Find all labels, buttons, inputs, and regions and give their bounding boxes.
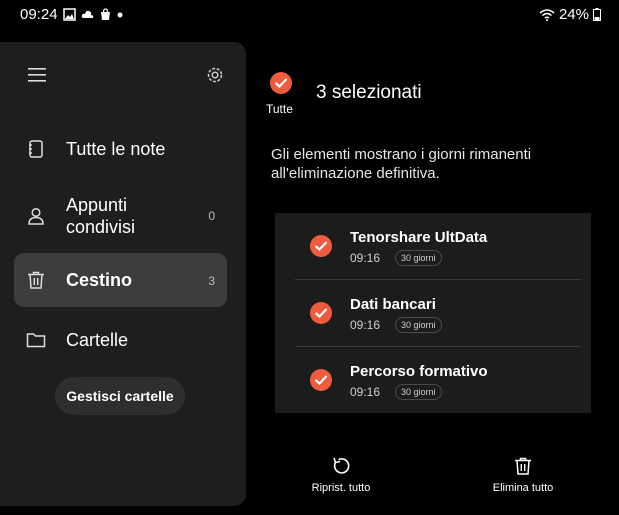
note-title: Percorso formativo <box>350 363 488 380</box>
sidebar-item-label: Tutte le note <box>66 139 166 159</box>
navigation-drawer: Tutte le note Appunti condivisi 0 Cestin… <box>0 42 246 506</box>
cloud-icon <box>81 10 94 18</box>
sidebar-item-label: Cartelle <box>66 330 129 350</box>
delete-all-button[interactable]: Elimina tutto <box>478 456 568 494</box>
note-time: 09:16 <box>350 385 381 399</box>
select-all-label: Tutte <box>266 102 293 116</box>
restore-all-label: Riprist. tutto <box>311 482 371 494</box>
sidebar-item-count: 0 <box>208 209 215 223</box>
note-title: Tenorshare UltData <box>350 229 488 246</box>
days-remaining-badge: 30 giorni <box>395 317 442 333</box>
restore-icon <box>333 457 350 474</box>
shopping-bag-icon <box>101 8 110 20</box>
list-item[interactable]: Percorso formativo 09:16 30 giorni <box>295 347 581 414</box>
note-time: 09:16 <box>350 251 381 265</box>
notification-icons <box>63 8 123 21</box>
sidebar-item-trash[interactable]: Cestino 3 <box>14 253 227 307</box>
battery-icon <box>593 8 601 21</box>
check-icon <box>270 72 292 94</box>
battery-percent: 24% <box>558 6 589 23</box>
select-all-checkbox[interactable] <box>270 72 292 99</box>
days-remaining-badge: 30 giorni <box>395 250 442 266</box>
menu-icon[interactable] <box>28 67 46 83</box>
image-icon <box>63 8 76 21</box>
sidebar-item-label: Appunti condivisi <box>66 195 136 237</box>
sidebar-item-folders[interactable]: Cartelle <box>14 318 227 362</box>
trash-icon <box>28 271 44 289</box>
note-title: Dati bancari <box>350 296 436 313</box>
manage-folders-button[interactable]: Gestisci cartelle <box>55 377 185 415</box>
trash-info-text: Gli elementi mostrano i giorni rimanenti… <box>271 146 532 182</box>
list-item[interactable]: Tenorshare UltData 09:16 30 giorni <box>295 213 581 280</box>
sidebar-item-all-notes[interactable]: Tutte le note <box>14 127 227 171</box>
delete-all-label: Elimina tutto <box>492 482 554 494</box>
trash-list: Tenorshare UltData 09:16 30 giorni Dati … <box>275 213 591 413</box>
system-icons: 24% <box>539 6 601 23</box>
person-icon <box>28 207 44 225</box>
check-icon[interactable] <box>310 369 332 391</box>
notebook-icon <box>29 140 43 158</box>
status-bar: 09:24 24% <box>0 0 619 30</box>
dot-icon <box>117 12 123 17</box>
sidebar-item-count: 3 <box>208 274 215 288</box>
sidebar-item-shared-notes[interactable]: Appunti condivisi 0 <box>14 190 227 242</box>
check-icon[interactable] <box>310 302 332 324</box>
selection-count-title: 3 selezionati <box>316 82 422 103</box>
folder-icon <box>26 333 46 348</box>
gear-icon[interactable] <box>205 65 225 85</box>
note-time: 09:16 <box>350 318 381 332</box>
check-icon[interactable] <box>310 235 332 257</box>
days-remaining-badge: 30 giorni <box>395 384 442 400</box>
status-time: 09:24 <box>20 6 58 23</box>
list-item[interactable]: Dati bancari 09:16 30 giorni <box>295 280 581 347</box>
wifi-icon <box>539 9 555 21</box>
sidebar-item-label: Cestino <box>66 270 133 290</box>
restore-all-button[interactable]: Riprist. tutto <box>296 456 386 494</box>
trash-icon <box>515 457 531 475</box>
